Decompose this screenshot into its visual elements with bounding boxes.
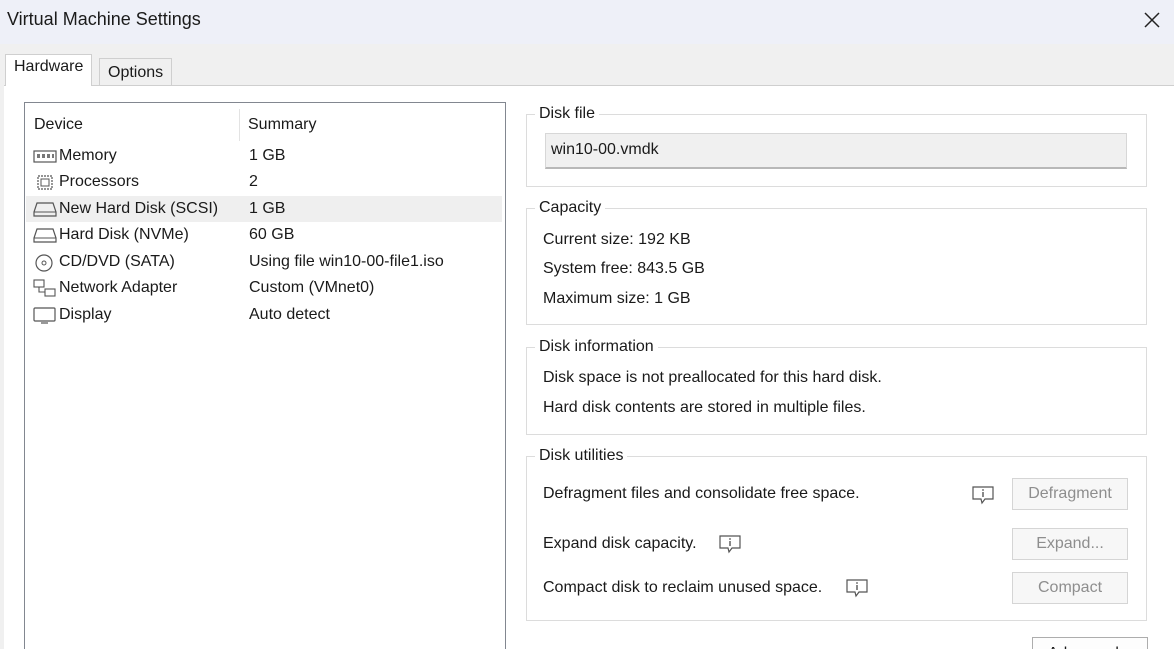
current-size-text: Current size: 192 KB xyxy=(543,231,691,248)
expand-button[interactable]: Expand... xyxy=(1012,528,1128,560)
processor-icon xyxy=(37,175,53,190)
device-row-cd-dvd[interactable]: CD/DVD (SATA) Using file win10-00-file1.… xyxy=(26,249,502,275)
device-name: CD/DVD (SATA) xyxy=(59,253,175,270)
title-bar: Virtual Machine Settings xyxy=(0,0,1174,44)
compact-button[interactable]: Compact xyxy=(1012,572,1128,604)
tab-options[interactable]: Options xyxy=(99,58,173,86)
device-name: Network Adapter xyxy=(59,279,178,296)
close-icon xyxy=(1144,12,1160,28)
disk-information-legend: Disk information xyxy=(535,338,658,356)
device-name: Processors xyxy=(59,173,140,190)
device-row-hard-disk-nvme[interactable]: Hard Disk (NVMe) 60 GB xyxy=(26,222,502,248)
capacity-group: Capacity Current size: 192 KB System fre… xyxy=(526,199,1147,325)
device-name: Hard Disk (NVMe) xyxy=(59,226,189,243)
device-list[interactable]: Device Summary Memory 1 GB Processors 2 xyxy=(24,102,506,649)
close-button[interactable] xyxy=(1138,6,1166,34)
disk-utilities-group: Disk utilities Defragment files and cons… xyxy=(526,447,1147,621)
disk-info-line-2: Hard disk contents are stored in multipl… xyxy=(543,399,866,416)
tab-hardware[interactable]: Hardware xyxy=(5,54,93,86)
device-summary: 60 GB xyxy=(249,226,295,243)
disk-info-line-1: Disk space is not preallocated for this … xyxy=(543,369,882,386)
info-icon[interactable] xyxy=(718,534,742,554)
device-name: Memory xyxy=(59,147,117,164)
tab-bar: Hardware Options xyxy=(0,44,1174,86)
device-list-header: Device Summary xyxy=(25,103,505,141)
network-adapter-icon xyxy=(33,279,56,297)
device-summary: Custom (VMnet0) xyxy=(249,279,375,296)
info-icon[interactable] xyxy=(845,578,869,598)
info-icon[interactable] xyxy=(971,485,995,505)
column-header-device[interactable]: Device xyxy=(34,116,83,134)
device-row-memory[interactable]: Memory 1 GB xyxy=(26,143,502,169)
tab-content: Device Summary Memory 1 GB Processors 2 xyxy=(4,85,1174,649)
device-name: New Hard Disk (SCSI) xyxy=(59,200,219,217)
hard-disk-icon xyxy=(33,228,57,243)
device-row-network-adapter[interactable]: Network Adapter Custom (VMnet0) xyxy=(26,275,502,301)
device-row-new-hard-disk[interactable]: New Hard Disk (SCSI) 1 GB xyxy=(26,196,502,222)
disk-file-field[interactable]: win10-00.vmdk xyxy=(545,133,1127,169)
device-summary: Auto detect xyxy=(249,306,330,323)
device-summary: 1 GB xyxy=(249,200,286,217)
device-summary: 2 xyxy=(249,173,258,190)
disk-information-group: Disk information Disk space is not preal… xyxy=(526,338,1147,435)
defragment-button[interactable]: Defragment xyxy=(1012,478,1128,510)
device-summary: 1 GB xyxy=(249,147,286,164)
window-title: Virtual Machine Settings xyxy=(7,9,201,29)
column-header-summary[interactable]: Summary xyxy=(248,116,316,134)
hard-disk-icon xyxy=(33,202,57,217)
device-name: Display xyxy=(59,306,112,323)
disk-file-group: Disk file win10-00.vmdk xyxy=(526,105,1147,187)
maximum-size-text: Maximum size: 1 GB xyxy=(543,290,691,307)
device-row-processors[interactable]: Processors 2 xyxy=(26,169,502,195)
display-icon xyxy=(33,307,56,324)
cd-dvd-icon xyxy=(35,254,53,272)
expand-description: Expand disk capacity. xyxy=(543,535,697,552)
system-free-text: System free: 843.5 GB xyxy=(543,260,705,277)
device-summary: Using file win10-00-file1.iso xyxy=(249,253,444,270)
column-divider[interactable] xyxy=(239,109,240,141)
disk-file-legend: Disk file xyxy=(535,105,600,123)
defragment-description: Defragment files and consolidate free sp… xyxy=(543,485,860,502)
capacity-legend: Capacity xyxy=(535,199,606,217)
advanced-button[interactable]: Advanced... xyxy=(1032,637,1148,649)
device-row-display[interactable]: Display Auto detect xyxy=(26,302,502,328)
compact-description: Compact disk to reclaim unused space. xyxy=(543,579,823,596)
disk-utilities-legend: Disk utilities xyxy=(535,447,628,465)
memory-icon xyxy=(33,150,57,163)
